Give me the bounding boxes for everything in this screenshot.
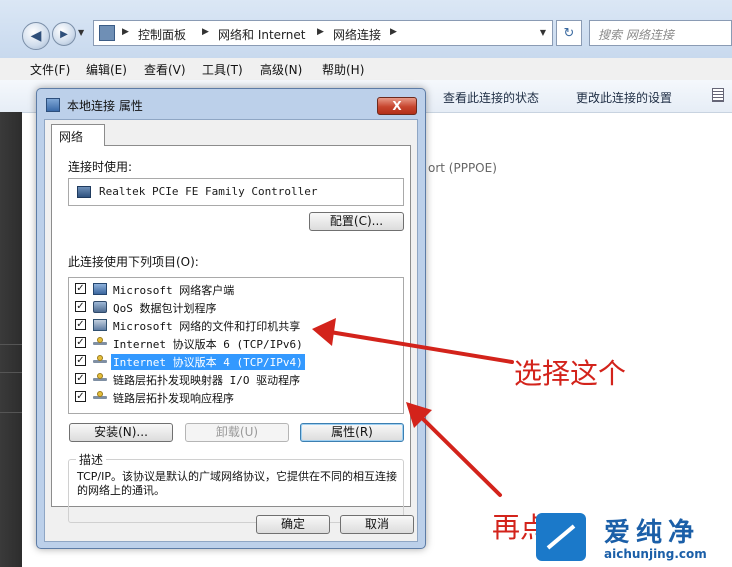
items-list[interactable]: ✓ Microsoft 网络客户端 ✓ QoS 数据包计划程序 ✓ Micros…: [68, 277, 404, 414]
cancel-button[interactable]: 取消: [340, 515, 414, 534]
properties-button[interactable]: 属性(R): [300, 423, 404, 442]
item-checkbox[interactable]: ✓: [75, 301, 86, 312]
item-label: Internet 协议版本 4 (TCP/IPv4): [111, 354, 305, 370]
breadcrumb-network-connections[interactable]: 网络连接: [333, 26, 381, 43]
list-item[interactable]: ✓ QoS 数据包计划程序: [69, 298, 403, 316]
adapter-field: Realtek PCIe FE Family Controller: [68, 178, 404, 206]
description-title: 描述: [76, 451, 107, 468]
menu-tools[interactable]: 工具(T): [202, 61, 243, 78]
close-button[interactable]: X: [377, 97, 417, 115]
address-dropdown-icon[interactable]: ▼: [540, 28, 546, 37]
watermark-name: 爱纯净: [604, 518, 701, 548]
list-item[interactable]: ✓ 链路层拓扑发现响应程序: [69, 388, 403, 406]
connect-using-label: 连接时使用:: [68, 160, 133, 174]
breadcrumb-separator-icon[interactable]: ▶: [122, 27, 129, 37]
dialog-body: 网络 连接时使用: Realtek PCIe FE Family Control…: [44, 119, 418, 542]
item-checkbox[interactable]: ✓: [75, 319, 86, 330]
list-item[interactable]: ✓ Microsoft 网络客户端: [69, 280, 403, 298]
local-connection-properties-dialog: 本地连接 属性 X 网络 连接时使用: Realtek PCIe FE Fami…: [36, 88, 426, 549]
list-item[interactable]: ✓ Microsoft 网络的文件和打印机共享: [69, 316, 403, 334]
watermark-logo-icon: [536, 513, 586, 561]
item-checkbox[interactable]: ✓: [75, 391, 86, 402]
file-share-icon: [93, 319, 107, 331]
refresh-icon: ↻: [563, 25, 575, 41]
forward-arrow-icon: ▶: [60, 28, 68, 40]
control-panel-icon: [99, 25, 115, 41]
menu-file[interactable]: 文件(F): [30, 61, 70, 78]
menu-edit[interactable]: 编辑(E): [86, 61, 127, 78]
breadcrumb-separator-icon[interactable]: ▶: [317, 27, 324, 37]
install-button[interactable]: 安装(N)...: [69, 423, 173, 442]
item-label: Microsoft 网络客户端: [113, 284, 235, 297]
item-checkbox[interactable]: ✓: [75, 283, 86, 294]
tab-page-network: 连接时使用: Realtek PCIe FE Family Controller…: [51, 145, 411, 523]
breadcrumb-control-panel[interactable]: 控制面板: [138, 26, 186, 43]
left-pane-strip: [0, 112, 22, 567]
adapter-name: Realtek PCIe FE Family Controller: [99, 185, 318, 198]
forward-button[interactable]: ▶: [52, 22, 76, 46]
explorer-toolbar: ◀ ▶ ▼ ▶ 控制面板 ▶ 网络和 Internet ▶ 网络连接 ▶ ▼ ↻…: [0, 0, 732, 58]
description-text: TCP/IP。该协议是默认的广域网络协议，它提供在不同的相互连接的网络上的通讯。: [77, 470, 397, 497]
annotation-select-this: 选择这个: [514, 357, 627, 390]
list-item-selected[interactable]: ✓ Internet 协议版本 4 (TCP/IPv4): [69, 352, 403, 370]
view-options-icon[interactable]: [712, 88, 724, 102]
list-item[interactable]: ✓ Internet 协议版本 6 (TCP/IPv6): [69, 334, 403, 352]
protocol-icon: [93, 373, 107, 381]
back-button[interactable]: ◀: [22, 22, 50, 50]
close-icon: X: [392, 99, 402, 113]
tab-network[interactable]: 网络: [51, 124, 105, 146]
protocol-icon: [93, 391, 107, 399]
item-checkbox[interactable]: ✓: [75, 373, 86, 384]
item-label: 链路层拓扑发现映射器 I/O 驱动程序: [113, 374, 301, 387]
list-item[interactable]: ✓ 链路层拓扑发现映射器 I/O 驱动程序: [69, 370, 403, 388]
recent-pages-dropdown-icon[interactable]: ▼: [78, 28, 84, 37]
protocol-icon: [93, 355, 107, 363]
item-label: 链路层拓扑发现响应程序: [113, 392, 234, 405]
description-group: TCP/IP。该协议是默认的广域网络协议，它提供在不同的相互连接的网络上的通讯。: [68, 459, 404, 523]
menu-advanced[interactable]: 高级(N): [260, 61, 302, 78]
menu-bar: 文件(F) 编辑(E) 查看(V) 工具(T) 高级(N) 帮助(H): [0, 58, 732, 81]
menu-help[interactable]: 帮助(H): [322, 61, 364, 78]
view-connection-status-button[interactable]: 查看此连接的状态: [443, 89, 539, 106]
back-arrow-icon: ◀: [30, 28, 42, 44]
qos-icon: [93, 301, 107, 313]
breadcrumb-separator-icon[interactable]: ▶: [390, 27, 397, 37]
item-checkbox[interactable]: ✓: [75, 337, 86, 348]
network-client-icon: [93, 283, 107, 295]
ok-button[interactable]: 确定: [256, 515, 330, 534]
refresh-button[interactable]: ↻: [556, 20, 582, 46]
dialog-title: 本地连接 属性: [67, 99, 143, 113]
breadcrumb-network-internet[interactable]: 网络和 Internet: [218, 26, 305, 43]
uninstall-button[interactable]: 卸载(U): [185, 423, 289, 442]
change-connection-settings-button[interactable]: 更改此连接的设置: [576, 89, 672, 106]
network-connection-icon: [46, 98, 60, 112]
configure-button[interactable]: 配置(C)...: [309, 212, 404, 231]
item-label: Microsoft 网络的文件和打印机共享: [113, 320, 301, 333]
background-connection-label: ort (PPPOE): [428, 161, 497, 175]
search-input[interactable]: 搜索 网络连接: [589, 20, 732, 46]
protocol-icon: [93, 337, 107, 345]
watermark-url: aichunjing.com: [604, 547, 707, 561]
item-label: QoS 数据包计划程序: [113, 302, 217, 315]
item-checkbox[interactable]: ✓: [75, 355, 86, 366]
item-label: Internet 协议版本 6 (TCP/IPv6): [113, 338, 303, 351]
breadcrumb-separator-icon[interactable]: ▶: [202, 27, 209, 37]
items-label: 此连接使用下列项目(O):: [68, 255, 199, 269]
menu-view[interactable]: 查看(V): [144, 61, 186, 78]
address-bar[interactable]: ▶ 控制面板 ▶ 网络和 Internet ▶ 网络连接 ▶ ▼: [93, 20, 553, 46]
network-adapter-icon: [77, 186, 91, 198]
